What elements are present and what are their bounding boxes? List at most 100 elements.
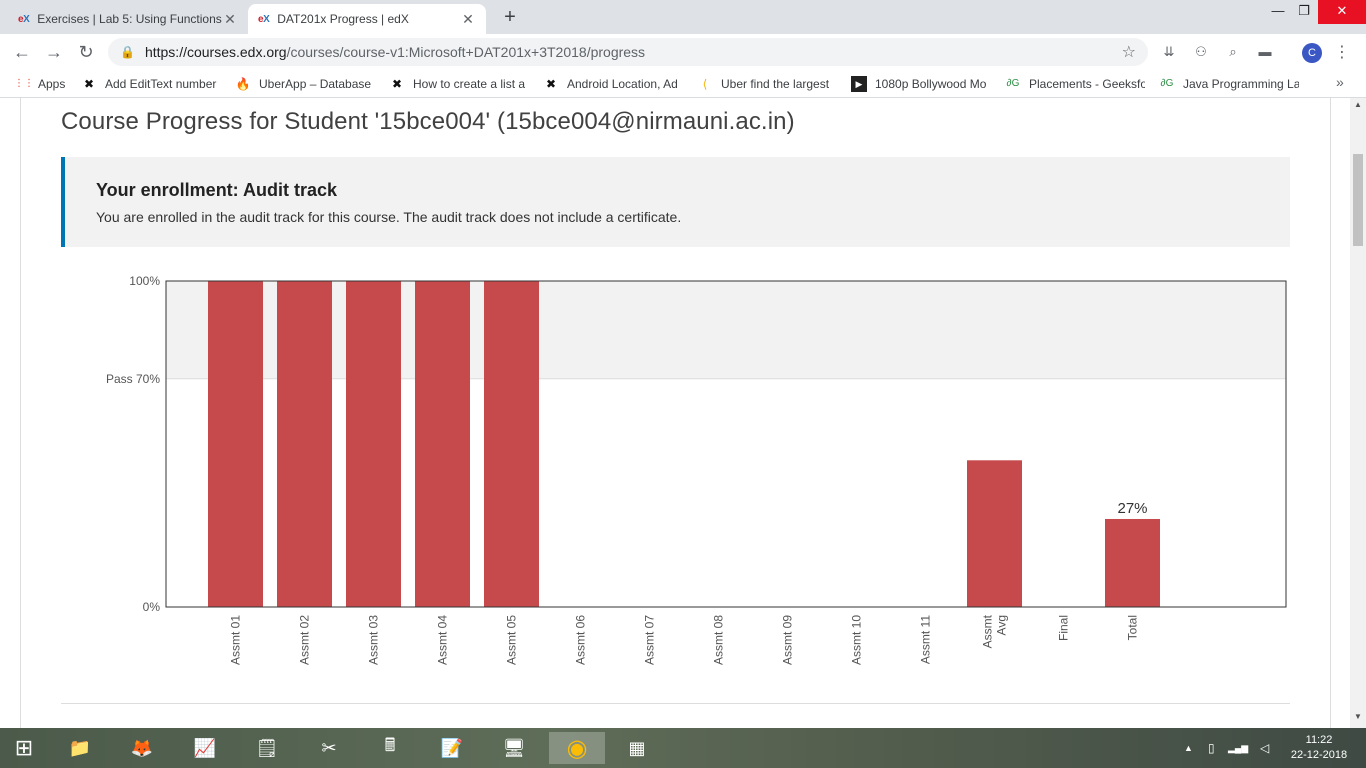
- page-title: Course Progress for Student '15bce004' (…: [61, 108, 795, 135]
- back-arrow-icon[interactable]: ←: [10, 40, 34, 64]
- x-tick-label: Assmt 03: [367, 615, 381, 665]
- tab-title: DAT201x Progress | edX: [277, 12, 409, 26]
- enrollment-title: Your enrollment: Audit track: [96, 180, 338, 200]
- arrow-logo-icon: ⟨: [702, 77, 708, 91]
- x-tick-label: Final: [1057, 615, 1071, 641]
- address-bar[interactable]: 🔒 https://courses.edx.org/courses/course…: [108, 38, 1148, 66]
- bookmark-label: 1080p Bollywood Mo: [875, 77, 987, 91]
- extension-download-icon[interactable]: ⇊: [1160, 44, 1178, 60]
- bookmark-label: Add EditText number: [105, 77, 217, 91]
- volume-icon[interactable]: ◁: [1260, 728, 1269, 768]
- x-tick-label: Assmt 01: [229, 615, 243, 665]
- scroll-up-arrow-icon[interactable]: ▲: [1350, 100, 1366, 109]
- bookmark-android-location[interactable]: ✖ Android Location, Ad: [543, 76, 683, 92]
- extension-bike-icon[interactable]: ⚇: [1192, 44, 1210, 60]
- bar-assmt-avg: [967, 460, 1022, 607]
- tab-title: Exercises | Lab 5: Using Functions: [37, 12, 222, 26]
- new-tab-button[interactable]: +: [498, 6, 522, 30]
- grade-chart: 0% Pass 70% 100% Assmt 01 Assmt 02 Assmt 03 As…: [106, 274, 1287, 665]
- x-logo-icon: ✖: [391, 77, 403, 91]
- notepad-icon[interactable]: 📝: [436, 732, 468, 764]
- bookmark-label: Android Location, Ad: [567, 77, 678, 91]
- bar-assmt-05: [484, 281, 539, 607]
- bookmark-label: Placements - Geeksfo: [1029, 77, 1145, 91]
- snipping-tool-icon[interactable]: ✂: [313, 732, 345, 764]
- x-tick-label: Assmt 10: [850, 615, 864, 665]
- network-app-icon[interactable]: ▦: [621, 732, 653, 764]
- bookmark-uberapp-database[interactable]: 🔥 UberApp – Database: [235, 76, 375, 92]
- bookmark-placements-geeks[interactable]: ∂G Placements - Geeksfo: [1005, 76, 1145, 92]
- url-host: https://courses.edx.org: [144, 44, 287, 60]
- control-panel-icon[interactable]: 🖥: [498, 732, 530, 764]
- bookmark-java-programming[interactable]: ∂G Java Programming La: [1159, 76, 1299, 92]
- sticky-notes-icon[interactable]: 🗒: [251, 732, 283, 764]
- x-tick-label: Assmt 05: [505, 615, 519, 665]
- tab-progress[interactable]: eX DAT201x Progress | edX ✕: [248, 4, 486, 34]
- x-tick-label: Assmt 11: [919, 615, 933, 664]
- x-tick-text: Final: [1057, 615, 1071, 641]
- profile-avatar[interactable]: C: [1302, 43, 1322, 63]
- x-tick-text: Assmt 08: [712, 615, 726, 665]
- x-tick-label: Assmt 07: [643, 615, 657, 665]
- close-tab-icon[interactable]: ✕: [460, 11, 476, 28]
- page-scrollbar[interactable]: ▲ ▼: [1350, 98, 1366, 728]
- close-window-button[interactable]: ✕: [1318, 0, 1366, 24]
- x-tick-label: Assmt Avg: [981, 614, 1009, 648]
- x-tick-label: Assmt 08: [712, 615, 726, 665]
- system-clock[interactable]: 11:22 22-12-2018: [1284, 733, 1354, 763]
- x-tick-text: Assmt 05: [505, 615, 519, 665]
- x-tick-text: Avg: [995, 615, 1009, 635]
- y-tick-label: Pass 70%: [106, 372, 160, 386]
- scroll-thumb[interactable]: [1353, 154, 1363, 246]
- windows-taskbar: ⊞ 📁 🦊 📈 🗒 ✂ 🖩 📝 🖥 ◉ ▦ ▲ ▯ ▂▄▆ ◁ 11:22 22…: [0, 728, 1366, 768]
- scroll-down-arrow-icon[interactable]: ▼: [1350, 712, 1366, 721]
- chrome-menu-icon[interactable]: ⋮: [1334, 42, 1350, 62]
- file-explorer-icon[interactable]: 📁: [64, 732, 96, 764]
- clock-time: 11:22: [1305, 734, 1333, 746]
- bar-assmt-03: [346, 281, 401, 607]
- clock-date: 22-12-2018: [1290, 749, 1348, 761]
- bookmark-label: Uber find the largest: [721, 77, 830, 91]
- reload-icon[interactable]: ↻: [74, 40, 98, 64]
- enrollment-text: You are enrolled in the audit track for …: [96, 209, 682, 225]
- bookmark-bollywood[interactable]: ▶ 1080p Bollywood Mo: [851, 76, 991, 92]
- close-tab-icon[interactable]: ✕: [222, 11, 238, 28]
- extension-search-icon[interactable]: ⌕: [1224, 44, 1242, 60]
- bookmark-uber-find-largest[interactable]: ⟨ Uber find the largest: [697, 76, 837, 92]
- gfg-icon: ∂G: [1006, 78, 1020, 89]
- more-bookmarks-icon[interactable]: »: [1336, 74, 1344, 90]
- total-data-label: 27%: [1117, 500, 1147, 517]
- bar-assmt-01: [208, 281, 263, 607]
- x-tick-text: Assmt 04: [436, 615, 450, 665]
- edx-favicon-icon: eX: [18, 13, 30, 25]
- x-tick-label: Assmt 09: [781, 615, 795, 665]
- forward-arrow-icon[interactable]: →: [42, 40, 66, 64]
- bookmark-create-list[interactable]: ✖ How to create a list a: [389, 76, 529, 92]
- bookmark-add-edittext[interactable]: ✖ Add EditText number: [81, 76, 221, 92]
- battery-icon[interactable]: ▯: [1208, 728, 1215, 768]
- x-tick-text: Assmt: [981, 614, 995, 648]
- edx-favicon-icon: eX: [258, 13, 270, 25]
- show-hidden-icons-icon[interactable]: ▲: [1184, 728, 1193, 768]
- x-tick-text: Assmt 09: [781, 615, 795, 665]
- x-tick-text: Assmt 03: [367, 615, 381, 665]
- windows-start-icon[interactable]: ⊞: [8, 732, 40, 764]
- x-tick-text: Assmt 06: [574, 615, 588, 665]
- network-signal-icon[interactable]: ▂▄▆: [1228, 728, 1248, 768]
- bookmarks-bar: ⋮⋮ Apps ✖ Add EditText number 🔥 UberApp …: [0, 70, 1366, 98]
- y-tick-label: 100%: [129, 274, 160, 288]
- performance-monitor-icon[interactable]: 📈: [189, 732, 221, 764]
- page-content: Course Progress for Student '15bce004' (…: [0, 98, 1350, 728]
- x-tick-label: Assmt 02: [298, 615, 312, 665]
- tab-exercises[interactable]: eX Exercises | Lab 5: Using Functions ✕: [8, 4, 248, 34]
- browser-toolbar: ← → ↻ 🔒 https://courses.edx.org/courses/…: [0, 34, 1366, 70]
- extension-box-icon[interactable]: ▬: [1256, 44, 1274, 60]
- x-tick-text: Assmt 02: [298, 615, 312, 665]
- firefox-icon[interactable]: 🦊: [126, 732, 158, 764]
- calculator-icon[interactable]: 🖩: [374, 732, 406, 764]
- x-tick-text: Assmt 01: [229, 615, 243, 665]
- x-logo-icon: ✖: [83, 77, 95, 91]
- bookmark-apps[interactable]: ⋮⋮ Apps: [14, 76, 74, 92]
- chrome-icon[interactable]: ◉: [549, 732, 605, 764]
- bookmark-star-icon[interactable]: ☆: [1122, 42, 1136, 62]
